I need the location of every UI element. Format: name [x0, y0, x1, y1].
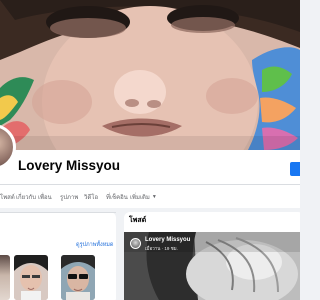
- cover-photo[interactable]: [0, 0, 300, 150]
- tab-videos[interactable]: วิดีโอ: [84, 192, 98, 202]
- posts-title: โพสต์: [129, 217, 147, 224]
- tab-photos[interactable]: รูปภาพ: [60, 192, 78, 202]
- tab-more-label: เพิ่มเติม: [130, 195, 150, 201]
- tab-posts[interactable]: โพสต์: [0, 192, 15, 202]
- post-author-name[interactable]: Lovery Missyou: [145, 237, 190, 243]
- friends-card-top-line: [0, 212, 116, 213]
- chevron-down-icon: ▼: [151, 194, 157, 200]
- header-divider: [0, 184, 300, 185]
- friend-photo[interactable]: [14, 255, 48, 300]
- edit-profile-button[interactable]: [290, 162, 300, 176]
- profile-name: Lovery Missyou: [18, 158, 121, 173]
- post-timestamp: เมื่อวาน · 19 ชม.: [145, 246, 178, 251]
- profile-page: Lovery Missyou โพสต์ เกี่ยวกับ เพื่อน รู…: [0, 0, 300, 300]
- tab-friends[interactable]: เพื่อน: [38, 192, 52, 202]
- tab-checkins[interactable]: ที่เช็คอิน: [106, 192, 128, 202]
- tab-about[interactable]: เกี่ยวกับ: [16, 192, 36, 202]
- tab-more[interactable]: เพิ่มเติม ▼: [130, 192, 157, 202]
- friend-photo[interactable]: [61, 255, 95, 300]
- profile-tabs: โพสต์ เกี่ยวกับ เพื่อน รูปภาพ วิดีโอ ที่…: [0, 187, 300, 207]
- friend-photo[interactable]: [0, 255, 10, 300]
- post-author-avatar[interactable]: [130, 238, 141, 249]
- see-all-photos-link[interactable]: ดูรูปภาพทั้งหมด: [76, 241, 114, 249]
